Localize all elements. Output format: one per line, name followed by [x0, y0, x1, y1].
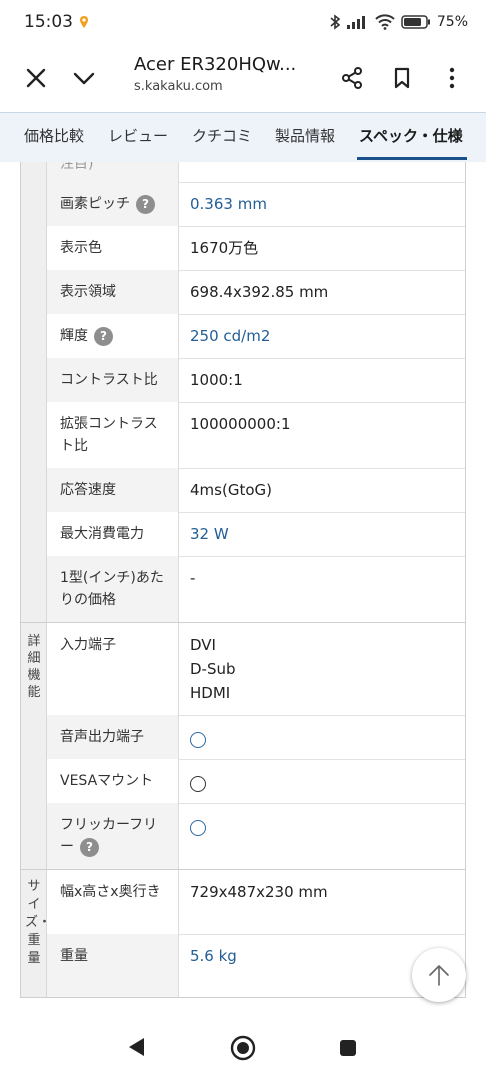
category-cell	[21, 162, 47, 622]
spec-label: フリッカーフリー?	[47, 803, 179, 869]
available-mark[interactable]: ○	[190, 820, 206, 836]
spec-value[interactable]: 250 cd/m2	[180, 314, 465, 358]
tab-spec[interactable]: スペック・仕様	[357, 113, 467, 163]
chevron-down-icon[interactable]	[72, 66, 96, 90]
wifi-icon	[375, 14, 395, 30]
system-nav-bar	[0, 1010, 486, 1080]
spec-label: 入力端子	[47, 623, 179, 715]
spec-label: 拡張コントラスト比	[47, 402, 179, 468]
scroll-top-button[interactable]	[412, 948, 466, 1002]
spec-label: 音声出力端子	[47, 715, 179, 759]
share-icon[interactable]	[340, 66, 364, 90]
category-cell: サイズ・重量	[21, 870, 52, 997]
spec-value[interactable]: 32 W	[180, 512, 465, 556]
tab-price-compare[interactable]: 価格比較	[24, 113, 84, 163]
location-icon	[80, 16, 88, 28]
spec-value[interactable]: ○	[180, 715, 465, 759]
help-icon[interactable]: ?	[80, 837, 99, 857]
spec-value: 100000000:1	[190, 415, 291, 433]
spec-label: 輝度?	[47, 314, 179, 358]
spec-value[interactable]: 0.363 mm	[180, 182, 465, 226]
browser-app-bar: Acer ER320HQw... s.kakaku.com	[0, 44, 486, 112]
spec-value: ○	[180, 759, 465, 803]
recents-icon[interactable]	[339, 1039, 357, 1057]
available-mark[interactable]: ○	[190, 732, 206, 748]
more-vert-icon[interactable]	[440, 66, 464, 90]
spec-value: 698.4x392.85 mm	[190, 283, 329, 301]
spec-label: 最大消費電力	[47, 512, 179, 556]
category-label: サイズ・重量	[25, 879, 52, 966]
tab-review[interactable]: レビュー	[108, 113, 168, 163]
spec-label: 1型(インチ)あたりの価格	[47, 556, 179, 622]
spec-label: 応答速度	[47, 468, 179, 512]
close-icon[interactable]	[24, 66, 48, 90]
spec-label: VESAマウント	[47, 759, 179, 803]
page-url: s.kakaku.com	[134, 79, 223, 94]
spec-label: 表示領域	[47, 270, 179, 314]
spec-value: 729x487x230 mm	[190, 883, 328, 901]
category-label: 詳細機能	[27, 634, 41, 700]
status-time: 15:03	[24, 12, 73, 32]
spec-label: 幅x高さx奥行き	[47, 870, 179, 934]
help-icon[interactable]: ?	[94, 326, 113, 346]
bluetooth-icon	[330, 14, 341, 30]
spec-label-partial: 注目)	[47, 162, 179, 182]
available-mark: ○	[190, 776, 206, 792]
category-cell: 詳細機能	[21, 623, 47, 869]
page-title-block[interactable]: Acer ER320HQw... s.kakaku.com	[134, 54, 296, 94]
bookmark-icon[interactable]	[390, 66, 414, 90]
tab-bar: 価格比較 レビュー クチコミ 製品情報 スペック・仕様	[0, 112, 486, 162]
tab-kuchikomi[interactable]: クチコミ	[192, 113, 252, 163]
spec-table: 注目) 画素ピッチ? 0.363 mm 表示色 1670万色 表示領域 698.…	[20, 162, 466, 998]
spec-value[interactable]: ○	[180, 803, 465, 869]
spec-value: 4ms(GtoG)	[190, 481, 272, 499]
signal-icon	[346, 16, 365, 29]
spec-value: DVI D-Sub HDMI	[190, 636, 236, 702]
spec-label: コントラスト比	[47, 358, 179, 402]
page-title: Acer ER320HQw...	[134, 54, 297, 75]
spec-label: 表示色	[47, 226, 179, 270]
spec-label: 重量	[47, 934, 179, 997]
home-icon[interactable]	[230, 1035, 256, 1061]
battery-icon	[401, 15, 430, 29]
spec-label: 画素ピッチ?	[47, 182, 179, 226]
battery-percent: 75%	[436, 14, 468, 30]
status-bar: 15:03 75%	[0, 0, 486, 44]
arrow-up-icon	[429, 965, 449, 986]
back-icon[interactable]	[126, 1036, 146, 1058]
help-icon[interactable]: ?	[136, 194, 155, 214]
spec-value: 1000:1	[190, 371, 243, 389]
spec-value: 1670万色	[190, 239, 259, 257]
spec-value: -	[190, 569, 196, 587]
tab-product-info[interactable]: 製品情報	[275, 113, 335, 163]
